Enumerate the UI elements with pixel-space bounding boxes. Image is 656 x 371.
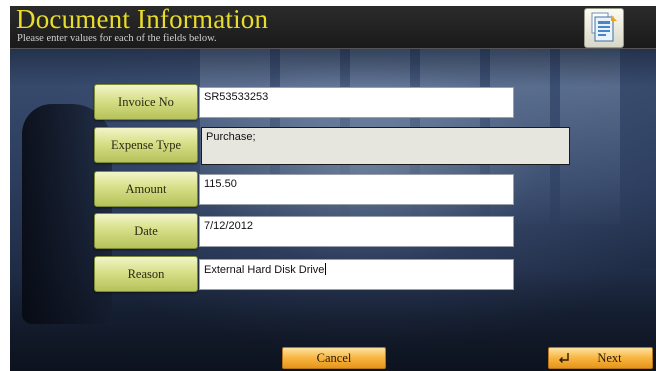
- amount-input[interactable]: 115.50: [199, 174, 514, 205]
- page-title: Document Information: [16, 6, 269, 34]
- cancel-button[interactable]: Cancel: [282, 347, 386, 369]
- invoice-no-input[interactable]: SR53533253: [199, 87, 514, 118]
- next-button-label: Next: [597, 350, 622, 365]
- date-input[interactable]: 7/12/2012: [199, 216, 514, 247]
- next-button[interactable]: Next: [548, 347, 653, 369]
- document-form-icon: [584, 8, 624, 48]
- reason-input[interactable]: External Hard Disk Drive: [199, 259, 514, 290]
- expense-type-label: Expense Type: [94, 127, 198, 163]
- page-subtitle: Please enter values for each of the fiel…: [17, 33, 217, 44]
- enter-arrow-icon: [559, 353, 569, 363]
- header-bar: Document Information Please enter values…: [10, 6, 656, 49]
- date-label: Date: [94, 213, 198, 249]
- text-caret: [325, 263, 327, 275]
- amount-label: Amount: [94, 171, 198, 207]
- reason-label: Reason: [94, 256, 198, 292]
- invoice-no-label: Invoice No: [94, 84, 198, 120]
- document-information-screen: Document Information Please enter values…: [10, 6, 656, 371]
- reason-value: External Hard Disk Drive: [204, 264, 325, 276]
- expense-type-field[interactable]: Purchase;: [201, 127, 570, 165]
